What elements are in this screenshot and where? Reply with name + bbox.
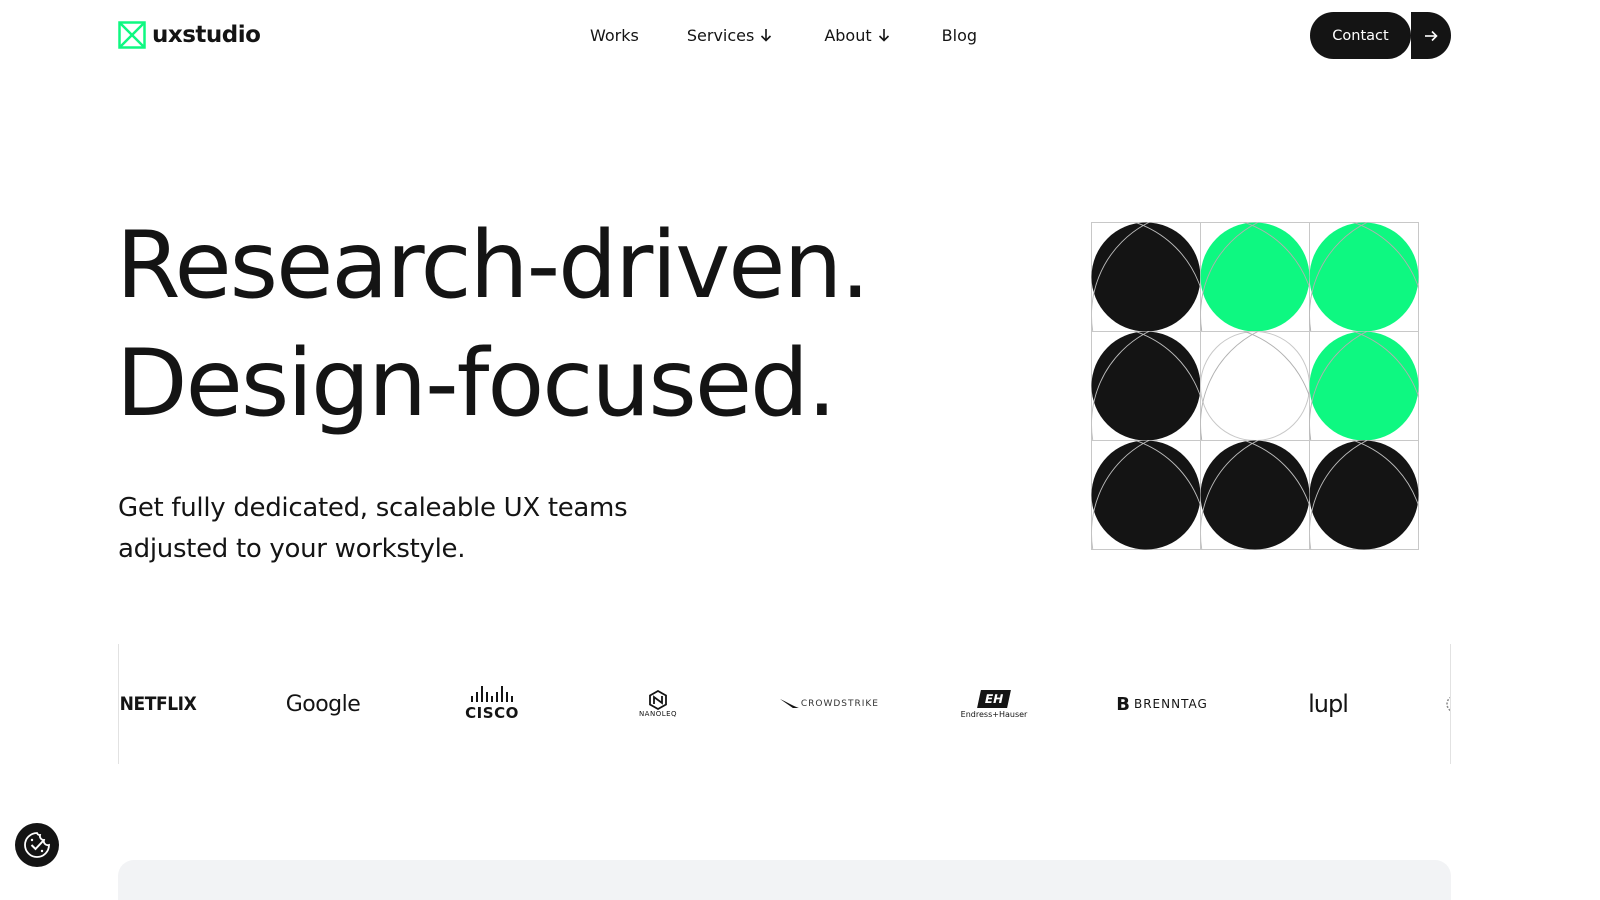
contact-button[interactable]: Contact	[1310, 12, 1411, 59]
logo-crowdstrike: CROWDSTRIKE	[779, 644, 879, 764]
pattern-circle	[1309, 222, 1419, 332]
pattern-circle	[1200, 440, 1310, 550]
nav-blog[interactable]: Blog	[942, 26, 977, 45]
logo-cisco-text: CISCO	[465, 704, 519, 722]
nav-works-label: Works	[590, 25, 639, 45]
pattern-circle	[1309, 440, 1419, 550]
nav-services[interactable]: Services	[687, 26, 772, 45]
logo-link[interactable]: uxstudio	[118, 21, 261, 49]
arrow-down-icon	[878, 29, 889, 42]
main-nav: Works Services About Blog	[590, 22, 977, 48]
hero-subtitle: Get fully dedicated, scaleable UX teams …	[118, 493, 628, 564]
logo-google-text: Google	[285, 691, 361, 717]
nav-services-label: Services	[686, 25, 755, 45]
nav-about[interactable]: About	[824, 26, 889, 45]
pattern-circle	[1091, 331, 1201, 441]
logo-nanoleq: NANOLEQ	[633, 644, 683, 764]
logo-lupl-text: lupl	[1308, 690, 1349, 718]
pattern-circle	[1200, 222, 1310, 332]
logo-endress-hauser: EH Endress+Hauser	[959, 644, 1029, 764]
pattern-cell-border	[1200, 331, 1310, 441]
contact-button-label: Contact	[1332, 27, 1389, 44]
logo-cisco: CISCO	[459, 644, 525, 764]
logo-mark-icon	[118, 21, 146, 49]
next-section-card	[118, 860, 1451, 900]
logo-netflix: NETFLIX	[120, 644, 197, 764]
nanoleq-mark-icon	[649, 690, 667, 710]
brenntag-mark: B	[1116, 693, 1130, 715]
cisco-bars-icon	[471, 686, 513, 702]
arrow-down-icon	[761, 29, 772, 42]
contact-arrow-button[interactable]	[1411, 12, 1451, 59]
nav-blog-label: Blog	[941, 25, 978, 45]
client-logos-strip: NETFLIX Google CISCO NANOLEQ CROWDSTRIKE…	[118, 644, 1451, 764]
hero-pattern-graphic	[1091, 222, 1419, 550]
pattern-circle	[1309, 331, 1419, 441]
hero-title-line-2: Design-focused.	[116, 329, 837, 437]
logo-crowdstrike-text: CROWDSTRIKE	[800, 699, 879, 709]
partial-seal-icon	[1446, 696, 1450, 712]
pattern-circle	[1200, 331, 1310, 441]
pattern-circle	[1091, 440, 1201, 550]
pattern-circle	[1091, 222, 1201, 332]
cookie-settings-button[interactable]	[15, 823, 59, 867]
logo-nanoleq-text: NANOLEQ	[638, 710, 678, 718]
nav-about-label: About	[824, 25, 872, 45]
logo-lupl: lupl	[1305, 644, 1351, 764]
logo-partial	[1443, 644, 1450, 764]
endress-mark: EH	[977, 689, 1011, 708]
logo-netflix-text: NETFLIX	[119, 693, 197, 715]
logo-endress-text: Endress+Hauser	[960, 709, 1028, 719]
arrow-right-icon	[1425, 30, 1438, 41]
hero-title-line-1: Research-driven.	[116, 211, 870, 319]
logo-google: Google	[285, 644, 361, 764]
logo-brenntag: B BRENNTAG	[1116, 644, 1208, 764]
logo-text: uxstudio	[152, 22, 261, 48]
nav-works[interactable]: Works	[590, 26, 639, 45]
logo-brenntag-text: BRENNTAG	[1133, 697, 1208, 711]
hero-title: Research-driven. Design-focused.	[116, 206, 870, 442]
cookie-check-icon	[24, 832, 50, 858]
crowdstrike-falcon-icon	[779, 699, 799, 708]
